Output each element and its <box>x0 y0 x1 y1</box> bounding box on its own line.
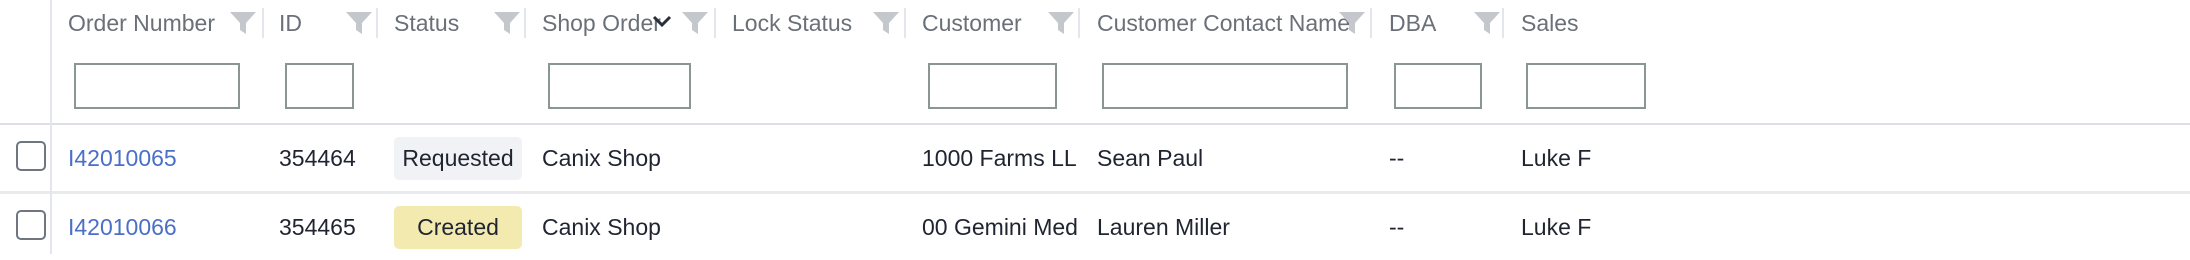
dba-cell: -- <box>1389 144 1405 171</box>
orders-table: Order Number ID Status Shop Order Lock S… <box>0 0 2190 260</box>
dba-cell: -- <box>1389 213 1405 240</box>
column-header-order-number[interactable]: Order Number <box>52 0 264 123</box>
customer-contact-name-filter-input[interactable] <box>1102 63 1348 109</box>
status-badge: Requested <box>394 136 522 180</box>
customer-cell: 1000 Farms LLC <box>922 144 1077 171</box>
customer-contact-name-cell: Lauren Miller <box>1097 213 1230 240</box>
shop-order-filter-input[interactable] <box>548 63 691 109</box>
column-header-dba[interactable]: DBA <box>1372 0 1504 123</box>
column-title: Customer <box>922 10 1022 36</box>
row-select-checkbox[interactable] <box>16 210 46 240</box>
order-number-link[interactable]: I42010065 <box>68 145 177 172</box>
column-title: Sales <box>1521 10 1579 36</box>
column-title: Shop Order <box>542 10 661 36</box>
sales-filter-input[interactable] <box>1526 63 1646 109</box>
column-title: Customer Contact Name <box>1097 10 1351 36</box>
column-title: Order Number <box>68 10 215 36</box>
sales-cell: Luke F <box>1521 144 1592 171</box>
funnel-icon[interactable] <box>1337 10 1367 36</box>
sales-cell: Luke F <box>1521 213 1592 240</box>
id-filter-input[interactable] <box>285 63 354 109</box>
chevron-down-icon[interactable] <box>649 12 675 32</box>
table-row[interactable]: I42010066 354465 Created Canix Shop 00 G… <box>0 194 2190 260</box>
dba-filter-input[interactable] <box>1394 63 1482 109</box>
funnel-icon[interactable] <box>492 10 522 36</box>
column-header-shop-order[interactable]: Shop Order <box>526 0 716 123</box>
funnel-icon[interactable] <box>1472 10 1502 36</box>
column-header-customer-contact-name[interactable]: Customer Contact Name <box>1080 0 1372 123</box>
column-header-status[interactable]: Status <box>378 0 526 123</box>
row-select-checkbox[interactable] <box>16 141 46 171</box>
lock-status-cell <box>732 125 902 191</box>
id-cell: 354464 <box>279 144 356 171</box>
shop-order-cell: Canix Shop <box>542 213 661 240</box>
id-cell: 354465 <box>279 213 356 240</box>
customer-filter-input[interactable] <box>928 63 1057 109</box>
column-header-id[interactable]: ID <box>264 0 378 123</box>
funnel-icon[interactable] <box>1046 10 1076 36</box>
order-number-filter-input[interactable] <box>74 63 240 109</box>
table-header: Order Number ID Status Shop Order Lock S… <box>0 0 2190 125</box>
funnel-icon[interactable] <box>871 10 901 36</box>
status-badge: Created <box>394 205 522 249</box>
customer-contact-name-cell: Sean Paul <box>1097 144 1204 171</box>
column-title: ID <box>279 10 302 36</box>
customer-cell: 00 Gemini Medic... <box>922 213 1077 240</box>
shop-order-cell: Canix Shop <box>542 144 661 171</box>
funnel-icon[interactable] <box>680 10 710 36</box>
order-number-link[interactable]: I42010066 <box>68 214 177 241</box>
funnel-icon[interactable] <box>344 10 374 36</box>
column-header-customer[interactable]: Customer <box>906 0 1080 123</box>
column-title: DBA <box>1389 10 1437 36</box>
column-header-sales[interactable]: Sales <box>1504 0 2190 123</box>
column-header-lock-status[interactable]: Lock Status <box>716 0 906 123</box>
column-title: Status <box>394 10 460 36</box>
lock-status-cell <box>732 194 902 260</box>
checkbox-column-divider <box>50 0 52 254</box>
table-row[interactable]: I42010065 354464 Requested Canix Shop 10… <box>0 125 2190 194</box>
funnel-icon[interactable] <box>228 10 258 36</box>
column-title: Lock Status <box>732 10 853 36</box>
